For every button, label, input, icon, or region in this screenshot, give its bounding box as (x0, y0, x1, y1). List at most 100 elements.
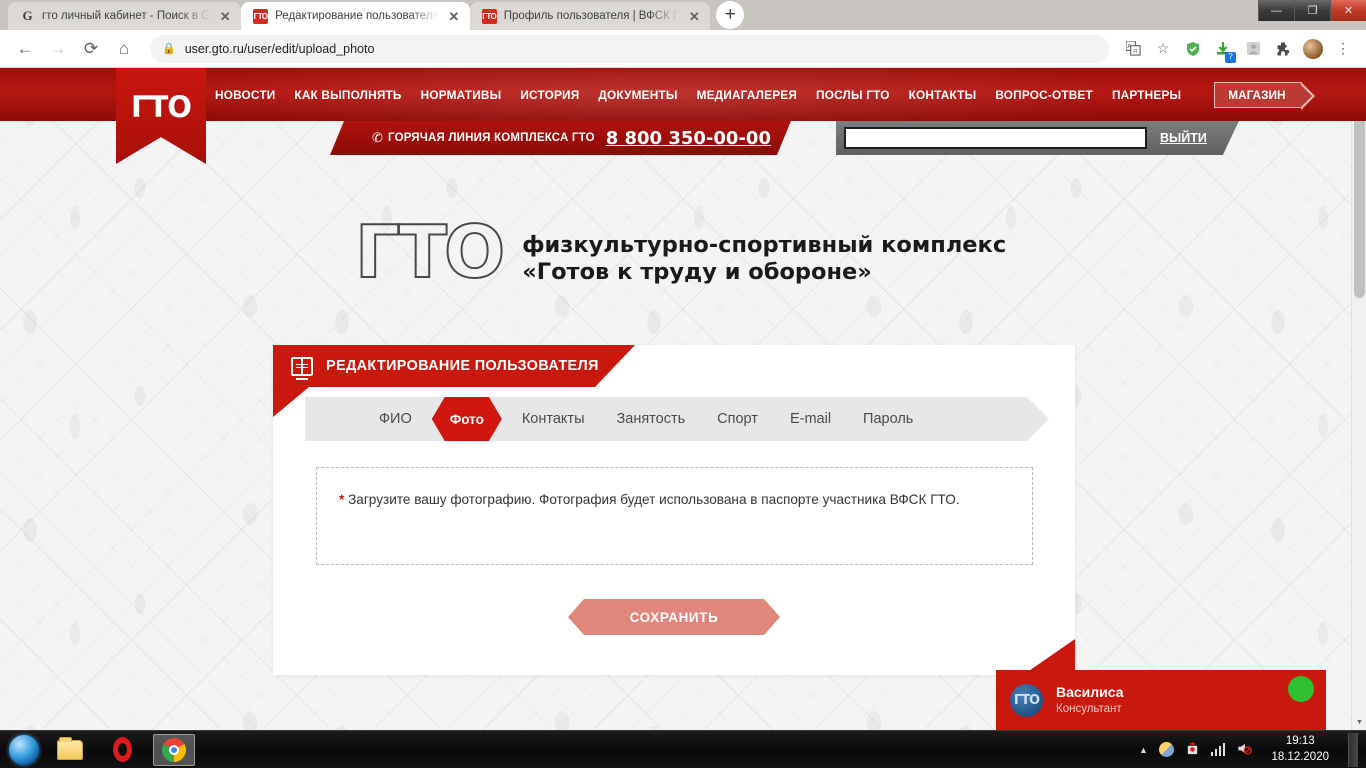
page-content: НОВОСТИ КАК ВЫПОЛНЯТЬ НОРМАТИВЫ ИСТОРИЯ … (0, 68, 1366, 730)
nav-item-standards[interactable]: НОРМАТИВЫ (421, 88, 502, 102)
tab-close-icon[interactable]: ✕ (686, 10, 702, 23)
reload-icon[interactable]: ⟳ (76, 34, 106, 64)
browser-tab-3[interactable]: ГТО Профиль пользователя | ВФСК Г ✕ (469, 2, 711, 30)
weather-icon[interactable] (1158, 742, 1174, 757)
nav-item-contacts[interactable]: КОНТАКТЫ (909, 88, 977, 102)
browser-tab-1[interactable]: G гто личный кабинет - Поиск в G ✕ (8, 2, 242, 30)
google-icon: G (22, 8, 33, 23)
tab-fio[interactable]: ФИО (363, 411, 428, 427)
page-scrollbar[interactable]: ▲ ▼ (1351, 68, 1366, 730)
wordmark-glyph: ГТО (354, 210, 506, 294)
browser-window: G гто личный кабинет - Поиск в G ✕ ГТО Р… (0, 0, 1366, 730)
upload-instruction-text: * Загрузите вашу фотографию. Фотография … (339, 488, 1010, 512)
chat-consultant-role: Консультант (1056, 702, 1122, 715)
chrome-icon[interactable] (153, 733, 195, 766)
maximize-icon[interactable]: ❐ (1294, 0, 1330, 21)
taskbar-clock[interactable]: 19:13 18.12.2020 (1263, 734, 1337, 765)
site-nav-items: НОВОСТИ КАК ВЫПОЛНЯТЬ НОРМАТИВЫ ИСТОРИЯ … (215, 81, 1316, 110)
back-icon[interactable]: ← (10, 34, 40, 64)
new-tab-button[interactable]: + (716, 1, 745, 29)
profile-avatar-icon[interactable] (1300, 36, 1326, 62)
scrollbar-down-arrow[interactable]: ▼ (1352, 715, 1366, 730)
tray-expand-caret-icon[interactable]: ▲ (1139, 745, 1148, 755)
chat-avatar: ГТО (1010, 683, 1043, 717)
phone-icon: ✆ (372, 130, 383, 145)
chat-consultant-widget[interactable]: ГТО Василиса Консультант (996, 670, 1326, 730)
browser-tab-strip: G гто личный кабинет - Поиск в G ✕ ГТО Р… (0, 0, 1366, 30)
start-button-icon[interactable] (9, 734, 39, 765)
clock-time: 19:13 (1285, 734, 1315, 747)
network-icon[interactable] (1210, 743, 1226, 756)
upload-instruction-body: Загрузите вашу фотографию. Фотография бу… (344, 492, 960, 507)
edit-user-card: РЕДАКТИРОВАНИЕ ПОЛЬЗОВАТЕЛЯ ФИО Фото Кон… (273, 345, 1075, 675)
lock-icon: 🔒 (162, 43, 176, 55)
system-tray: ▲ 19:13 18.12.2020 (1139, 732, 1366, 767)
download-icon[interactable]: ? (1210, 36, 1236, 63)
show-desktop-button[interactable] (1348, 732, 1358, 767)
tab-photo[interactable]: Фото (432, 397, 502, 441)
card-header-ribbon: РЕДАКТИРОВАНИЕ ПОЛЬЗОВАТЕЛЯ (273, 345, 635, 387)
wordmark-line-2: «Готов к труду и обороне» (522, 259, 872, 286)
hotline-number[interactable]: 8 800 350-00-00 (606, 128, 771, 149)
tab-title: гто личный кабинет - Поиск в G (42, 10, 211, 22)
tab-sport[interactable]: Спорт (701, 411, 774, 427)
volume-muted-icon[interactable] (1236, 741, 1253, 759)
forward-icon[interactable]: → (43, 34, 73, 64)
nav-item-documents[interactable]: ДОКУМЕНТЫ (598, 88, 677, 102)
gto-favicon-icon: ГТО (253, 8, 269, 24)
nav-item-howto[interactable]: КАК ВЫПОЛНЯТЬ (294, 88, 401, 102)
search-logout-panel: ВЫЙТИ (836, 121, 1239, 155)
site-wordmark: ГТО физкультурно-спортивный комплекс «Го… (354, 210, 1007, 294)
browser-tab-2[interactable]: ГТО Редактирование пользователя ✕ (241, 2, 470, 30)
adblock-shield-icon[interactable] (1180, 36, 1206, 62)
save-button[interactable]: СОХРАНИТЬ (568, 599, 780, 635)
browser-toolbar: ← → ⟳ ⌂ 🔒 user.gto.ru/user/edit/upload_p… (0, 30, 1366, 68)
file-explorer-icon[interactable] (49, 734, 91, 766)
photo-upload-dropzone[interactable]: * Загрузите вашу фотографию. Фотография … (316, 467, 1033, 565)
opera-icon[interactable] (101, 734, 143, 766)
tab-close-icon[interactable]: ✕ (217, 10, 233, 23)
nav-item-partners[interactable]: ПАРТНЕРЫ (1112, 88, 1181, 102)
extension-grey-icon[interactable] (1240, 36, 1266, 62)
search-input[interactable] (844, 127, 1147, 149)
tab-employment[interactable]: Занятость (601, 411, 702, 427)
nav-item-shop[interactable]: МАГАЗИН (1214, 81, 1316, 110)
tab-email[interactable]: E-mail (774, 411, 847, 427)
card-header: РЕДАКТИРОВАНИЕ ПОЛЬЗОВАТЕЛЯ (273, 345, 1075, 417)
antivirus-icon[interactable] (1185, 741, 1200, 759)
toolbar-icons: AЯ ☆ ? ⋮ (1120, 36, 1356, 63)
tab-title: Профиль пользователя | ВФСК Г (503, 10, 680, 22)
extensions-puzzle-icon[interactable] (1270, 36, 1296, 62)
svg-text:A: A (1127, 44, 1131, 50)
logout-button[interactable]: ВЫЙТИ (1160, 131, 1207, 145)
chat-online-status-dot (1288, 676, 1314, 702)
home-icon[interactable]: ⌂ (109, 34, 139, 64)
page-title: РЕДАКТИРОВАНИЕ ПОЛЬЗОВАТЕЛЯ (326, 358, 599, 374)
document-monitor-icon (291, 357, 313, 376)
nav-item-ambassadors[interactable]: ПОСЛЫ ГТО (816, 88, 890, 102)
tab-close-icon[interactable]: ✕ (446, 10, 462, 23)
nav-item-news[interactable]: НОВОСТИ (215, 88, 275, 102)
wordmark-line-1: физкультурно-спортивный комплекс (522, 232, 1007, 258)
chat-consultant-name: Василиса (1056, 684, 1124, 701)
window-controls: — ❐ ✕ (1258, 0, 1366, 21)
nav-item-mediagallery[interactable]: МЕДИАГАЛЕРЕЯ (697, 88, 797, 102)
tab-contacts[interactable]: Контакты (506, 411, 601, 427)
translate-icon[interactable]: AЯ (1120, 36, 1146, 62)
gto-favicon-icon: ГТО (481, 8, 497, 24)
address-bar[interactable]: 🔒 user.gto.ru/user/edit/upload_photo (150, 34, 1109, 63)
close-icon[interactable]: ✕ (1330, 0, 1366, 21)
download-badge: ? (1225, 51, 1236, 63)
hotline-label: ГОРЯЧАЯ ЛИНИЯ КОМПЛЕКСА ГТО (388, 132, 595, 144)
hotline-ribbon: ✆ ГОРЯЧАЯ ЛИНИЯ КОМПЛЕКСА ГТО 8 800 350-… (330, 121, 791, 155)
svg-text:Я: Я (1133, 49, 1137, 55)
chrome-menu-icon[interactable]: ⋮ (1330, 36, 1356, 62)
address-bar-url: user.gto.ru/user/edit/upload_photo (184, 41, 375, 56)
card-header-notch (273, 387, 309, 417)
bookmark-star-icon[interactable]: ☆ (1150, 36, 1176, 62)
clock-date: 18.12.2020 (1271, 750, 1329, 763)
minimize-icon[interactable]: — (1258, 0, 1294, 21)
nav-item-faq[interactable]: ВОПРОС-ОТВЕТ (995, 88, 1093, 102)
tab-password[interactable]: Пароль (847, 411, 929, 427)
nav-item-history[interactable]: ИСТОРИЯ (520, 88, 579, 102)
